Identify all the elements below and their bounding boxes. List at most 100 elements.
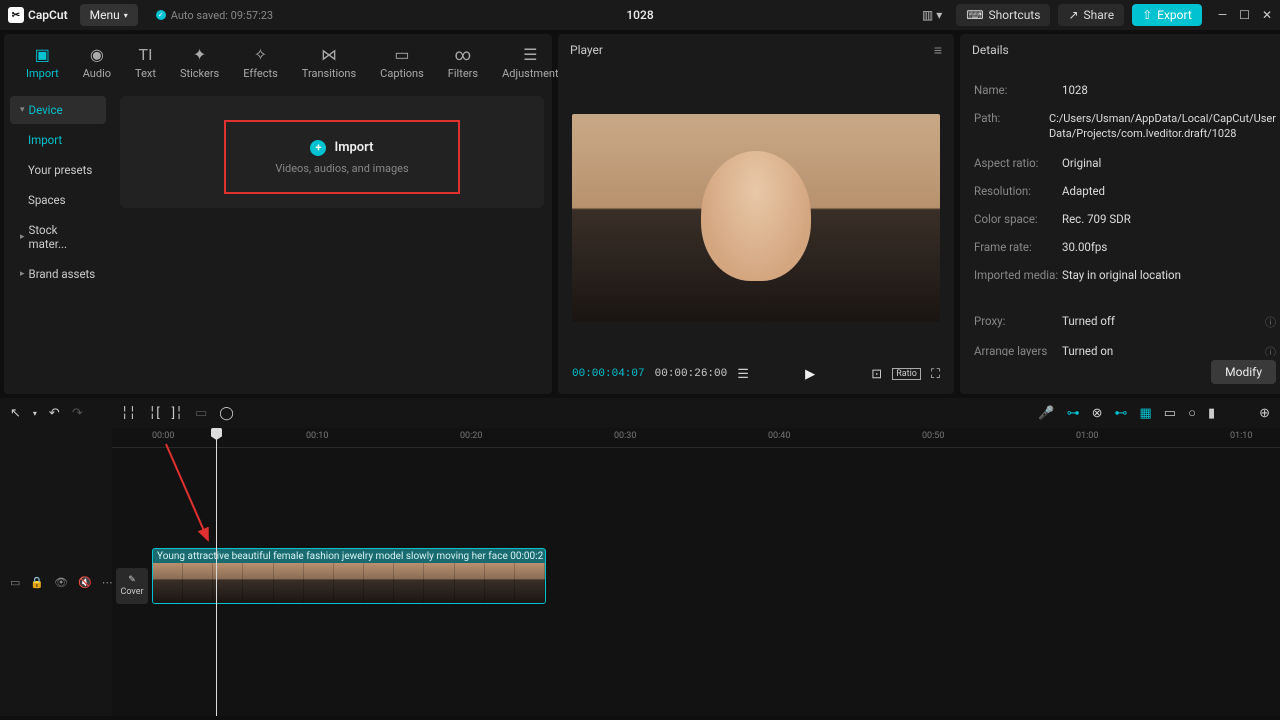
import-area: + Import Videos, audios, and images — [112, 88, 552, 394]
marker2-icon[interactable]: ▮ — [1208, 406, 1215, 421]
sidebar-item-presets[interactable]: Your presets — [10, 156, 106, 184]
keyboard-icon: ⌨ — [966, 8, 983, 22]
ruler-tick: 01:10 — [1230, 431, 1252, 441]
time-total: 00:00:26:00 — [655, 368, 728, 380]
playhead[interactable] — [216, 428, 217, 716]
cover-button[interactable]: ✎ Cover — [116, 568, 148, 604]
effects-icon: ✧ — [254, 44, 267, 64]
preview-icon[interactable]: ▦ — [1139, 406, 1151, 421]
tab-captions[interactable]: ▭Captions — [368, 40, 436, 88]
sidebar-item-device[interactable]: ▾Device — [10, 96, 106, 124]
sidebar-item-brand[interactable]: ▸Brand assets — [10, 260, 106, 288]
layout-icon[interactable]: ▥ ▾ — [922, 8, 942, 22]
details-header: Details — [960, 34, 1280, 66]
detail-label: Color space: — [974, 212, 1062, 226]
sidebar-label: Stock mater... — [29, 223, 96, 251]
import-highlight: + Import Videos, audios, and images — [224, 120, 460, 194]
shortcuts-label: Shortcuts — [989, 8, 1041, 22]
detail-label: Frame rate: — [974, 240, 1062, 254]
logo-text: CapCut — [28, 8, 68, 22]
detail-value: Turned off — [1062, 314, 1265, 330]
tab-import[interactable]: ▣Import — [14, 40, 71, 88]
link-icon[interactable]: ⊗ — [1092, 406, 1103, 421]
list-icon[interactable]: ☰ — [737, 367, 749, 382]
eye-icon[interactable]: 👁 — [54, 576, 68, 589]
ruler-tick: 00:30 — [614, 431, 636, 441]
zoom-fit-icon[interactable]: ⊕ — [1259, 406, 1270, 421]
details-panel: Details Name:1028 Path:C:/Users/Usman/Ap… — [960, 34, 1280, 394]
sidebar-label: Brand assets — [29, 267, 96, 281]
tab-text[interactable]: TIText — [123, 40, 168, 88]
ruler-tick: 01:00 — [1076, 431, 1098, 441]
sidebar-item-stock[interactable]: ▸Stock mater... — [10, 216, 106, 258]
snap-icon[interactable]: ⊷ — [1114, 406, 1127, 421]
info-icon[interactable]: ⓘ — [1265, 314, 1276, 330]
mute-icon[interactable]: 🔇 — [78, 576, 92, 589]
play-button[interactable]: ▶ — [805, 367, 815, 382]
menu-button[interactable]: Menu ▾ — [80, 4, 138, 26]
preview-image[interactable] — [572, 114, 940, 322]
ratio-icon[interactable]: Ratio — [892, 368, 921, 380]
lock-icon[interactable]: 🔒 — [30, 576, 44, 589]
check-icon: ✓ — [156, 10, 166, 20]
plus-icon: + — [310, 140, 326, 156]
sidebar-item-spaces[interactable]: Spaces — [10, 186, 106, 214]
detail-value: Original — [1062, 156, 1276, 170]
compare-icon[interactable]: ⊡ — [871, 367, 882, 382]
shortcuts-button[interactable]: ⌨ Shortcuts — [956, 4, 1050, 26]
split-tool[interactable]: ╎╎ — [121, 406, 137, 421]
modify-button[interactable]: Modify — [1211, 360, 1276, 384]
import-icon: ▣ — [35, 44, 50, 64]
tab-effects[interactable]: ✧Effects — [231, 40, 290, 88]
marker-tool[interactable]: ◯ — [219, 406, 234, 421]
project-title: 1028 — [626, 8, 653, 22]
detail-value: 1028 — [1062, 83, 1276, 97]
menu-icon[interactable]: ≡ — [934, 42, 942, 59]
track-icon[interactable]: ▭ — [1164, 406, 1176, 421]
detail-label: Path: — [974, 111, 1049, 142]
player-controls: 00:00:04:07 00:00:26:00 ☰ ▶ ⊡ Ratio ⛶ — [558, 354, 954, 394]
redo-button[interactable]: ↷ — [72, 406, 83, 421]
detail-label: Arrange layers — [974, 344, 1062, 356]
tab-filters[interactable]: ∞Filters — [436, 40, 490, 88]
ruler-tick: 00:40 — [768, 431, 790, 441]
autosave-status: ✓ Auto saved: 09:57:23 — [156, 9, 273, 22]
detail-value: Stay in original location — [1062, 268, 1276, 282]
text-icon: TI — [139, 44, 153, 64]
undo-button[interactable]: ↶ — [49, 406, 60, 421]
timeline-ruler[interactable]: 00:00 00:10 00:20 00:30 00:40 00:50 01:0… — [112, 428, 1280, 448]
tab-transitions[interactable]: ⋈Transitions — [290, 40, 368, 88]
player-header: Player ≡ — [558, 34, 954, 66]
close-icon[interactable]: ✕ — [1262, 8, 1272, 22]
tab-label: Captions — [380, 67, 424, 80]
info-icon[interactable]: ⓘ — [1265, 344, 1276, 356]
delete-tool[interactable]: ▭ — [195, 406, 207, 421]
circle-icon[interactable]: ○ — [1188, 405, 1196, 421]
split-right-tool[interactable]: ]╎ — [172, 406, 183, 421]
tab-stickers[interactable]: ✦Stickers — [168, 40, 231, 88]
detail-label: Imported media: — [974, 268, 1062, 282]
share-button[interactable]: ↗ Share — [1058, 4, 1124, 26]
maximize-icon[interactable]: ☐ — [1239, 8, 1250, 22]
import-dropzone[interactable]: + Import Videos, audios, and images — [120, 96, 544, 208]
export-button[interactable]: ⇧ Export — [1132, 4, 1202, 26]
details-title: Details — [972, 43, 1009, 57]
filters-icon: ∞ — [455, 44, 471, 64]
player-panel: Player ≡ 00:00:04:07 00:00:26:00 ☰ ▶ ⊡ R… — [558, 34, 954, 394]
audio-icon: ◉ — [90, 44, 104, 64]
titlebar-right: ▥ ▾ ⌨ Shortcuts ↗ Share ⇧ Export — ☐ ✕ — [922, 4, 1272, 26]
minimize-icon[interactable]: — — [1218, 8, 1227, 22]
collapse-icon[interactable]: ▭ — [10, 576, 20, 589]
mic-icon[interactable]: 🎤 — [1038, 406, 1054, 421]
detail-label: Resolution: — [974, 184, 1062, 198]
magnet-icon[interactable]: ⊶ — [1067, 406, 1080, 421]
chevron-down-icon[interactable]: ▾ — [33, 409, 37, 418]
tab-audio[interactable]: ◉Audio — [71, 40, 123, 88]
split-left-tool[interactable]: ╎[ — [148, 406, 159, 421]
fullscreen-icon[interactable]: ⛶ — [931, 367, 940, 382]
import-subtitle: Videos, audios, and images — [275, 162, 408, 175]
timeline-toolbar: ↖ ▾ ↶ ↷ ╎╎ ╎[ ]╎ ▭ ◯ 🎤 ⊶ ⊗ ⊷ ▦ ▭ ○ ▮ ⊕ — [0, 398, 1280, 428]
cursor-tool[interactable]: ↖ — [10, 406, 21, 421]
timeline-main[interactable]: 00:00 00:10 00:20 00:30 00:40 00:50 01:0… — [112, 428, 1280, 716]
sidebar-item-import[interactable]: Import — [10, 126, 106, 154]
